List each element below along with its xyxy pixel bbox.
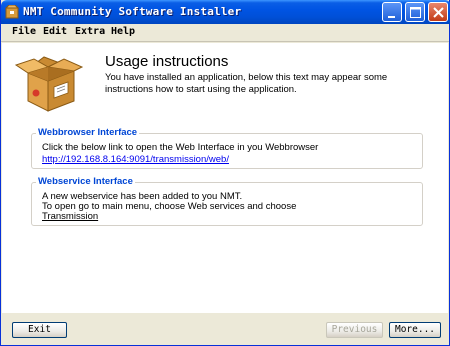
more-button-label: More... [394, 324, 436, 335]
window-title: NMT Community Software Installer [23, 5, 242, 18]
minimize-button[interactable] [382, 2, 402, 22]
previous-button[interactable]: Previous [326, 322, 383, 338]
menu-file[interactable]: File [12, 26, 36, 37]
exit-button[interactable]: Exit [12, 322, 67, 338]
group-title: Webbrowser Interface [36, 127, 140, 138]
intro-text: You have installed an application, below… [105, 72, 388, 95]
package-box-icon [14, 56, 84, 112]
close-button[interactable] [428, 2, 448, 22]
webservice-interface-group: Webservice Interface A new webservice ha… [31, 176, 423, 226]
menu-extra[interactable]: Extra [75, 26, 105, 37]
maximize-icon [410, 7, 421, 18]
transmission-text: Transmission [42, 211, 99, 222]
group-text: Click the below link to open the Web Int… [42, 142, 319, 153]
exit-button-label: Exit [28, 324, 51, 335]
webbrowser-interface-group: Webbrowser Interface Click the below lin… [31, 127, 423, 169]
title-bar[interactable]: NMT Community Software Installer [1, 0, 450, 24]
content-panel: Usage instructions You have installed an… [2, 43, 448, 313]
maximize-button[interactable] [405, 2, 425, 22]
previous-button-label: Previous [331, 324, 378, 335]
more-button[interactable]: More... [389, 322, 441, 338]
menu-bar: File Edit Extra Help [1, 24, 449, 42]
close-icon [433, 7, 444, 18]
web-interface-link[interactable]: http://192.168.8.164:9091/transmission/w… [42, 154, 229, 165]
minimize-icon [388, 16, 395, 18]
menu-help[interactable]: Help [111, 26, 135, 37]
page-title: Usage instructions [105, 53, 229, 70]
app-icon [5, 5, 19, 19]
installer-window: NMT Community Software Installer File Ed… [0, 0, 450, 346]
group-title: Webservice Interface [36, 176, 135, 187]
menu-edit[interactable]: Edit [43, 26, 67, 37]
